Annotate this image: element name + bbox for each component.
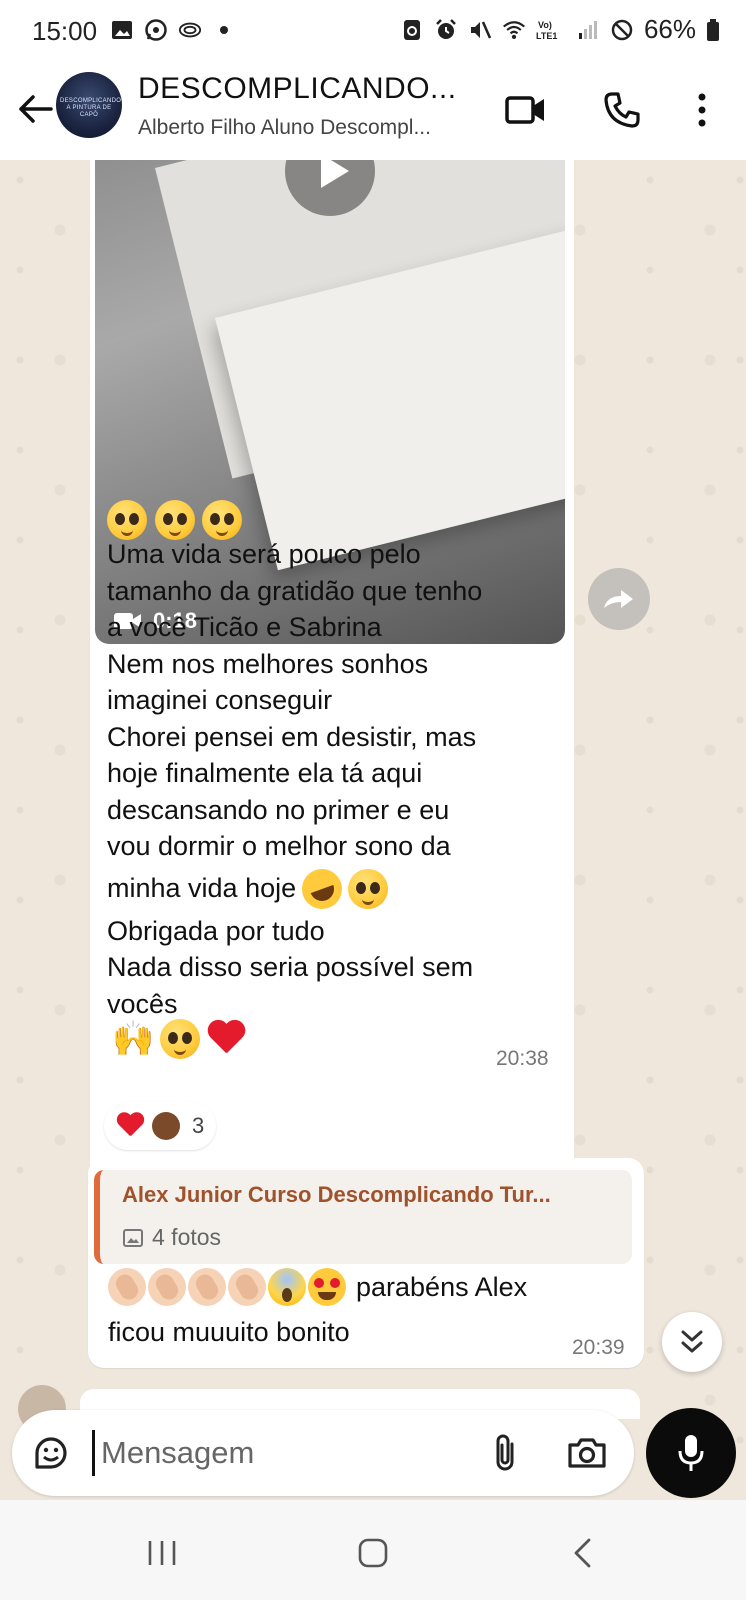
- message-line: vou dormir o melhor sono da: [107, 831, 451, 861]
- message-emoji-line: [107, 500, 243, 540]
- battery-icon: [706, 18, 720, 42]
- attach-button[interactable]: [482, 1430, 528, 1476]
- avatar-logo-text: DESCOMPLICANDO A PINTURA DE CAPÔ: [60, 98, 122, 118]
- back-arrow-icon: [19, 95, 53, 123]
- status-right-icons: Vo) LTE1 66%: [400, 14, 720, 45]
- chat-subtitle[interactable]: Alberto Filho Aluno Descompl...: [138, 116, 431, 140]
- video-call-button[interactable]: [502, 86, 550, 134]
- dot-icon: [212, 18, 236, 42]
- sync-icon: [400, 18, 424, 42]
- message-line: tamanho da gratidão que tenho: [107, 575, 483, 606]
- chevron-left-icon: [574, 1538, 591, 1568]
- message-timestamp: 20:38: [496, 1047, 549, 1070]
- pleading-face-icon: [348, 868, 389, 909]
- pleading-face-icon: [154, 500, 195, 540]
- more-vertical-icon: [698, 93, 706, 127]
- reply-line-1: parabéns Alex: [108, 1268, 527, 1306]
- heart-eyes-icon: [308, 1268, 346, 1306]
- home-icon: [358, 1538, 388, 1568]
- chat-title[interactable]: DESCOMPLICANDO...: [138, 72, 457, 106]
- status-bar: 15:00 Vo) LTE1 66%: [0, 0, 746, 62]
- rolling-laughing-icon: [296, 862, 348, 915]
- pleading-face-icon: [107, 500, 147, 540]
- sticker-icon: [35, 1437, 67, 1469]
- message-timestamp: 20:39: [572, 1336, 625, 1359]
- reply-text: parabéns Alex: [356, 1271, 528, 1302]
- back-button[interactable]: [12, 86, 58, 132]
- phone-icon: [604, 92, 640, 128]
- message-line: Chorei pensei em desistir, mas: [107, 721, 477, 752]
- message-reactions[interactable]: 3: [104, 1102, 217, 1150]
- message-input-bar: [12, 1410, 634, 1496]
- svg-text:Vo): Vo): [538, 20, 552, 30]
- more-options-button[interactable]: [678, 86, 726, 134]
- message-line: imaginei conseguir: [107, 685, 333, 715]
- whatsapp-icon: [144, 18, 168, 42]
- red-heart-icon: [116, 1113, 144, 1139]
- chat-area[interactable]: 0:18 Uma vida será pouco pelo tamanho da…: [0, 160, 746, 1500]
- home-button[interactable]: [343, 1528, 403, 1578]
- clapping-hands-icon: [188, 1268, 226, 1306]
- message-line: Uma vida será pouco pelo: [107, 539, 421, 569]
- quoted-meta: 4 fotos: [122, 1224, 221, 1251]
- forward-icon: [604, 590, 633, 608]
- emoji-sticker-button[interactable]: [28, 1430, 74, 1476]
- message-line-with-emoji: minha vida hoje: [107, 862, 482, 915]
- system-nav-bar: [0, 1500, 746, 1600]
- message-line: descansando no primer e eu: [107, 794, 450, 825]
- voice-call-button[interactable]: [598, 86, 646, 134]
- microphone-icon: [678, 1435, 704, 1471]
- message-line: Obrigada por tudo: [107, 915, 325, 946]
- no-sim-icon: [610, 18, 634, 42]
- quoted-meta-text: 4 fotos: [152, 1224, 222, 1250]
- back-nav-button[interactable]: [552, 1528, 612, 1578]
- volte-icon: Vo) LTE1: [536, 18, 566, 42]
- wifi-icon: [502, 18, 526, 42]
- double-chevron-down-icon: [681, 1330, 703, 1353]
- quoted-author: Alex Junior Curso Descomplicando Tur...: [122, 1182, 551, 1207]
- gallery-icon: [110, 18, 134, 42]
- recent-apps-button[interactable]: [132, 1528, 192, 1578]
- message-line: a você Ticão e Sabrina: [107, 612, 382, 642]
- scroll-to-bottom-button[interactable]: [662, 1312, 722, 1372]
- message-text: Uma vida será pouco pelo tamanho da grat…: [107, 536, 482, 1022]
- reply-line-2: ficou muuuito bonito: [108, 1317, 350, 1347]
- red-heart-icon: [206, 1021, 246, 1057]
- reaction-count: 3: [192, 1113, 205, 1138]
- recents-icon: [148, 1541, 176, 1565]
- clapping-hands-icon: [148, 1268, 186, 1306]
- photo-icon: [123, 1228, 143, 1247]
- message-line: Nem nos melhores sonhos: [107, 648, 429, 679]
- clapping-hands-icon: [152, 1112, 180, 1140]
- battery-percent: 66%: [643, 14, 696, 44]
- mute-icon: [468, 18, 492, 42]
- forward-button[interactable]: [588, 568, 650, 630]
- status-time: 15:00: [32, 16, 98, 46]
- pleading-face-icon: [160, 1019, 200, 1059]
- clapping-hands-icon: [228, 1268, 266, 1306]
- group-avatar[interactable]: DESCOMPLICANDO A PINTURA DE CAPÔ: [56, 72, 122, 138]
- alarm-icon: [434, 18, 458, 42]
- video-call-icon: [505, 96, 544, 124]
- message-emoji-footer: 🙌: [112, 1018, 246, 1060]
- quoted-message[interactable]: Alex Junior Curso Descomplicando Tur... …: [94, 1170, 632, 1264]
- message-line: Nada disso seria possível sem: [107, 952, 474, 982]
- cast-icon: [178, 18, 202, 42]
- status-left-icons: [110, 18, 236, 42]
- message-input[interactable]: [92, 1430, 491, 1476]
- screaming-face-icon: [268, 1268, 306, 1306]
- signal-icon: [576, 18, 600, 42]
- camera-icon: [568, 1438, 606, 1468]
- paperclip-icon: [496, 1434, 514, 1471]
- clapping-hands-icon: [108, 1268, 146, 1306]
- camera-button[interactable]: [562, 1430, 612, 1476]
- chat-header: DESCOMPLICANDO A PINTURA DE CAPÔ DESCOMP…: [0, 62, 746, 160]
- pleading-face-icon: [202, 500, 243, 540]
- voice-message-button[interactable]: [646, 1408, 736, 1498]
- svg-text:LTE1: LTE1: [536, 31, 557, 41]
- message-line: vocês: [107, 988, 178, 1019]
- message-line: hoje finalmente ela tá aqui: [107, 758, 423, 788]
- message-line: minha vida hoje: [107, 873, 297, 904]
- raising-hands-icon: 🙌: [112, 1020, 155, 1058]
